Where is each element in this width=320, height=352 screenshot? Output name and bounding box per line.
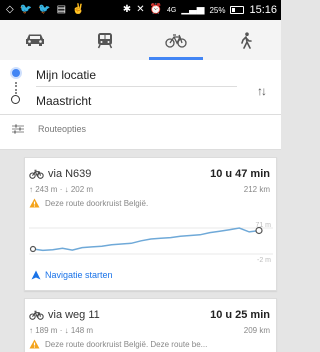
descent-icon: · ↓ <box>59 185 69 194</box>
divider <box>36 86 237 87</box>
route-panel: Mijn locatie Maastricht ↑↓ Routeopties <box>0 60 281 150</box>
tab-transit[interactable] <box>70 20 140 60</box>
sliders-icon <box>12 124 24 134</box>
warning-icon <box>29 339 40 349</box>
descent-icon: · ↓ <box>59 326 69 335</box>
descent-value: 148 m <box>70 326 94 335</box>
route-distance: 209 km <box>243 326 270 335</box>
signal-icon: ▁▃▅ <box>181 4 205 15</box>
route-warning: Deze route doorkruist België. Deze route… <box>29 339 274 349</box>
car-icon <box>26 34 45 46</box>
route-card[interactable]: via weg 11 10 u 25 min ↑ 189 m · ↓ 148 m… <box>24 298 277 352</box>
walking-icon <box>241 31 252 49</box>
route-via: via N639 <box>29 168 91 180</box>
transport-mode-tabs <box>0 20 281 60</box>
tab-bicycle[interactable] <box>141 20 211 60</box>
route-via: via weg 11 <box>29 309 100 321</box>
navigation-arrow-icon <box>31 270 41 280</box>
swap-icon[interactable]: ↑↓ <box>257 84 267 98</box>
my-location-icon <box>12 69 20 77</box>
route-distance: 212 km <box>243 185 270 194</box>
twitter-icon: 🐦 <box>38 4 51 15</box>
ascent-value: 243 m <box>35 185 58 194</box>
warning-text: Deze route doorkruist België. <box>45 198 149 208</box>
gallery-icon: ▤ <box>56 4 67 15</box>
destination-field[interactable]: Maastricht <box>36 94 91 108</box>
bicycle-icon <box>29 310 44 320</box>
route-duration: 10 u 25 min <box>210 309 270 321</box>
tab-walking[interactable] <box>211 20 281 60</box>
tab-car[interactable] <box>0 20 70 60</box>
game-icon: ✌ <box>72 4 85 15</box>
route-options-label: Routeopties <box>38 124 87 134</box>
end-marker <box>255 226 263 235</box>
ascent-icon: ↑ <box>29 185 33 194</box>
min-elevation-label: -2 m <box>257 257 271 264</box>
twitter-icon: 🐦 <box>19 4 33 15</box>
notification-icon: ◇ <box>6 4 14 15</box>
bluetooth-icon: ✱ <box>122 4 132 15</box>
route-duration: 10 u 47 min <box>210 168 270 180</box>
transit-icon <box>98 32 113 48</box>
bicycle-icon <box>164 33 187 48</box>
start-marker <box>29 245 37 253</box>
alarm-icon: ⏰ <box>149 4 163 15</box>
start-navigation-button[interactable]: Navigatie starten <box>31 270 113 280</box>
ascent-value: 189 m <box>35 326 58 335</box>
bicycle-icon <box>29 169 44 179</box>
mute-icon: ✕ <box>136 4 145 15</box>
start-navigation-label: Navigatie starten <box>45 270 113 280</box>
route-name: via weg 11 <box>48 309 100 321</box>
route-connector <box>15 82 17 94</box>
route-options-button[interactable]: Routeopties <box>12 124 86 134</box>
route-card[interactable]: via N639 10 u 47 min ↑ 243 m · ↓ 202 m 2… <box>24 157 277 291</box>
origin-field[interactable]: Mijn locatie <box>36 68 96 82</box>
ascent-icon: ↑ <box>29 326 33 335</box>
elevation-profile-chart: 71 m -2 m <box>29 222 273 264</box>
elevation-summary: ↑ 243 m · ↓ 202 m <box>29 185 93 194</box>
elevation-summary: ↑ 189 m · ↓ 148 m <box>29 326 93 335</box>
battery-icon <box>230 6 245 14</box>
destination-icon <box>11 95 20 104</box>
warning-text: Deze route doorkruist België. Deze route… <box>45 339 208 349</box>
warning-icon <box>29 198 40 208</box>
clock: 15:16 <box>249 4 277 16</box>
route-name: via N639 <box>48 168 92 180</box>
divider <box>0 114 281 115</box>
battery-percent: 25% <box>209 5 226 15</box>
4g-icon: 4G <box>167 6 177 14</box>
descent-value: 202 m <box>70 185 94 194</box>
route-warning: Deze route doorkruist België. <box>29 198 274 208</box>
status-bar: ◇ 🐦 🐦 ▤ ✌ ✱ ✕ ⏰ 4G ▁▃▅ 25% 15:16 <box>0 0 281 20</box>
elevation-line <box>32 227 260 252</box>
